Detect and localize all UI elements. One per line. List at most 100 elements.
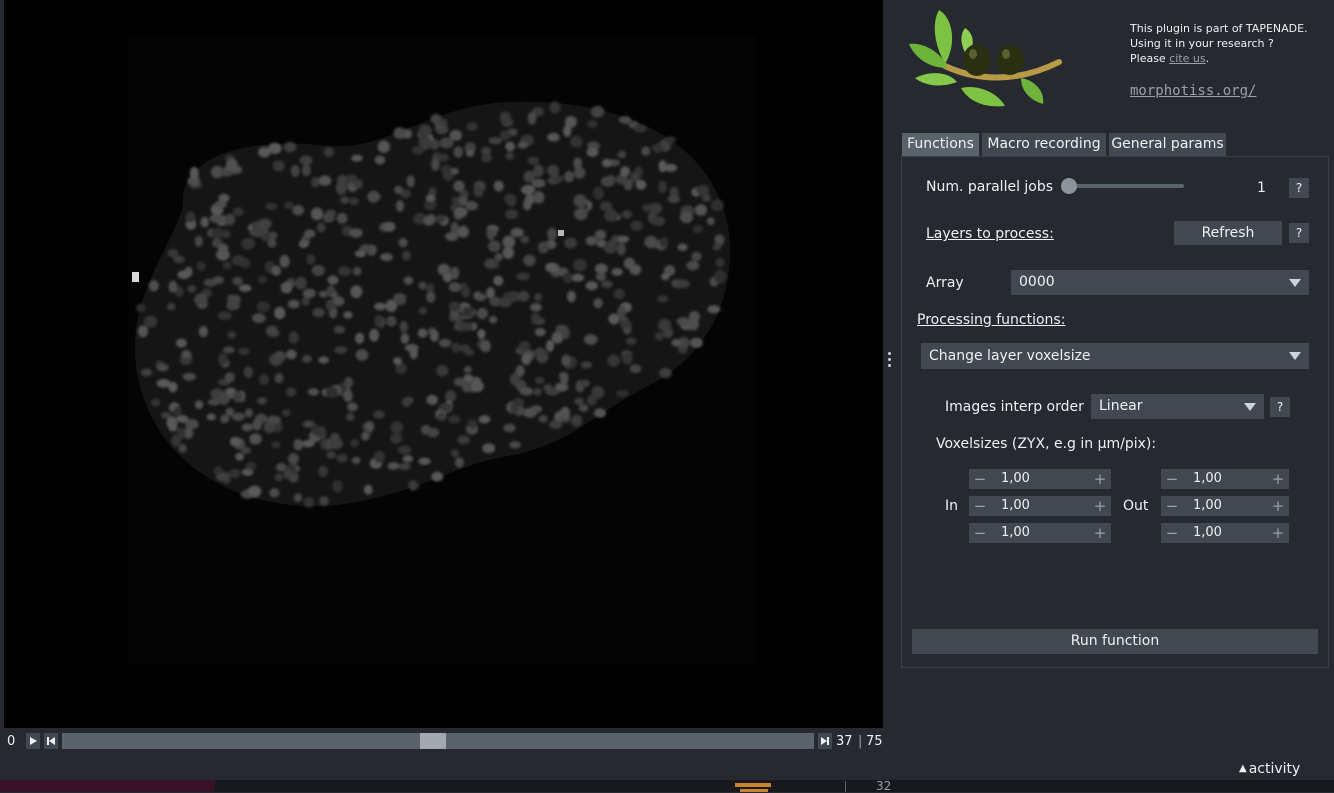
- array-label: Array: [926, 275, 964, 291]
- step-forward-icon[interactable]: [818, 733, 832, 749]
- voxelsize-in-y-spinbox[interactable]: − 1,00 +: [969, 496, 1111, 516]
- nucleus: [259, 373, 269, 386]
- increment-button[interactable]: +: [1093, 469, 1107, 489]
- nucleus: [418, 457, 431, 465]
- play-icon[interactable]: [26, 733, 40, 749]
- step-back-icon[interactable]: [44, 733, 58, 749]
- tab-general-params[interactable]: General params: [1109, 133, 1226, 156]
- nucleus: [649, 202, 662, 215]
- nucleus: [436, 411, 447, 421]
- increment-button[interactable]: +: [1271, 469, 1285, 489]
- tab-functions[interactable]: Functions: [902, 133, 979, 156]
- nucleus: [502, 246, 515, 259]
- nucleus: [245, 461, 257, 470]
- nucleus: [220, 414, 230, 424]
- nucleus: [617, 235, 630, 243]
- nucleus: [231, 255, 246, 266]
- nucleus: [436, 365, 449, 377]
- nucleus: [136, 303, 146, 313]
- nucleus: [595, 272, 607, 281]
- nucleus: [401, 397, 412, 407]
- decrement-button[interactable]: −: [973, 496, 987, 516]
- nucleus: [349, 228, 363, 238]
- nucleus: [579, 379, 590, 388]
- decrement-button[interactable]: −: [1165, 469, 1179, 489]
- decrement-button[interactable]: −: [973, 523, 987, 543]
- nucleus: [325, 299, 335, 311]
- nucleus: [530, 313, 541, 321]
- bottom-strip-number: 32: [876, 779, 892, 793]
- nucleus: [398, 238, 408, 248]
- interp-order-select[interactable]: Linear: [1091, 394, 1264, 419]
- nucleus: [340, 196, 350, 204]
- decrement-button[interactable]: −: [973, 469, 987, 489]
- nucleus: [141, 368, 153, 377]
- voxelsize-out-z-spinbox[interactable]: − 1,00 +: [1161, 469, 1289, 489]
- frame-slider-handle[interactable]: [420, 733, 446, 749]
- nucleus: [137, 325, 149, 338]
- nucleus: [641, 146, 651, 156]
- image-layer[interactable]: [128, 36, 756, 664]
- tab-macro-recording[interactable]: Macro recording: [982, 133, 1106, 156]
- run-function-button[interactable]: Run function: [912, 629, 1318, 654]
- nucleus: [302, 288, 316, 298]
- nucleus: [258, 218, 272, 229]
- processing-function-select[interactable]: Change layer voxelsize: [921, 343, 1309, 369]
- increment-button[interactable]: +: [1093, 496, 1107, 516]
- decrement-button[interactable]: −: [1165, 496, 1179, 516]
- decrement-button[interactable]: −: [1165, 523, 1179, 543]
- parallel-jobs-help-button[interactable]: ?: [1289, 178, 1309, 198]
- voxelsize-in-z-spinbox[interactable]: − 1,00 +: [969, 469, 1111, 489]
- nucleus: [318, 175, 332, 186]
- interp-help-button[interactable]: ?: [1270, 397, 1290, 417]
- nucleus: [635, 179, 647, 190]
- nucleus: [232, 207, 244, 217]
- activity-toggle[interactable]: ▲ activity: [1239, 761, 1300, 777]
- nucleus: [696, 184, 710, 196]
- nucleus: [489, 316, 498, 324]
- nucleus: [534, 376, 545, 385]
- nucleus: [377, 140, 390, 153]
- nucleus: [462, 306, 473, 318]
- nucleus: [510, 227, 524, 238]
- refresh-button[interactable]: Refresh: [1174, 221, 1282, 245]
- voxelsize-in-x-spinbox[interactable]: − 1,00 +: [969, 523, 1111, 543]
- nucleus: [310, 207, 324, 221]
- nucleus: [329, 438, 343, 450]
- nucleus: [498, 297, 512, 308]
- nucleus: [271, 265, 282, 276]
- parallel-jobs-slider[interactable]: [1068, 184, 1184, 188]
- parallel-jobs-slider-handle[interactable]: [1061, 178, 1077, 194]
- array-select[interactable]: 0000: [1011, 270, 1309, 295]
- nucleus: [453, 377, 467, 387]
- nucleus: [688, 310, 701, 323]
- website-link[interactable]: morphotiss.org/: [1130, 83, 1256, 99]
- nucleus: [421, 137, 431, 150]
- voxelsize-in-x-value: 1,00: [1001, 525, 1030, 540]
- nucleus: [351, 456, 361, 465]
- image-canvas[interactable]: [0, 0, 883, 728]
- increment-button[interactable]: +: [1093, 523, 1107, 543]
- nucleus: [686, 260, 700, 271]
- nucleus: [252, 418, 262, 431]
- nucleus: [459, 344, 471, 353]
- increment-button[interactable]: +: [1271, 496, 1285, 516]
- nucleus: [434, 214, 446, 223]
- bright-spot: [558, 230, 564, 236]
- dock-splitter-handle[interactable]: [888, 352, 892, 368]
- nucleus: [390, 421, 404, 434]
- nucleus: [294, 493, 302, 503]
- nucleus: [301, 164, 311, 176]
- increment-button[interactable]: +: [1271, 523, 1285, 543]
- layers-help-button[interactable]: ?: [1289, 223, 1309, 243]
- nucleus: [156, 363, 169, 372]
- nucleus: [644, 235, 658, 249]
- nucleus: [184, 419, 199, 430]
- nucleus: [604, 209, 618, 222]
- nucleus: [712, 243, 722, 251]
- voxelsize-out-x-spinbox[interactable]: − 1,00 +: [1161, 523, 1289, 543]
- cite-us-link[interactable]: cite us: [1169, 52, 1205, 65]
- layers-to-process-label: Layers to process:: [926, 226, 1054, 242]
- voxelsize-out-y-spinbox[interactable]: − 1,00 +: [1161, 496, 1289, 516]
- nucleus: [355, 349, 369, 361]
